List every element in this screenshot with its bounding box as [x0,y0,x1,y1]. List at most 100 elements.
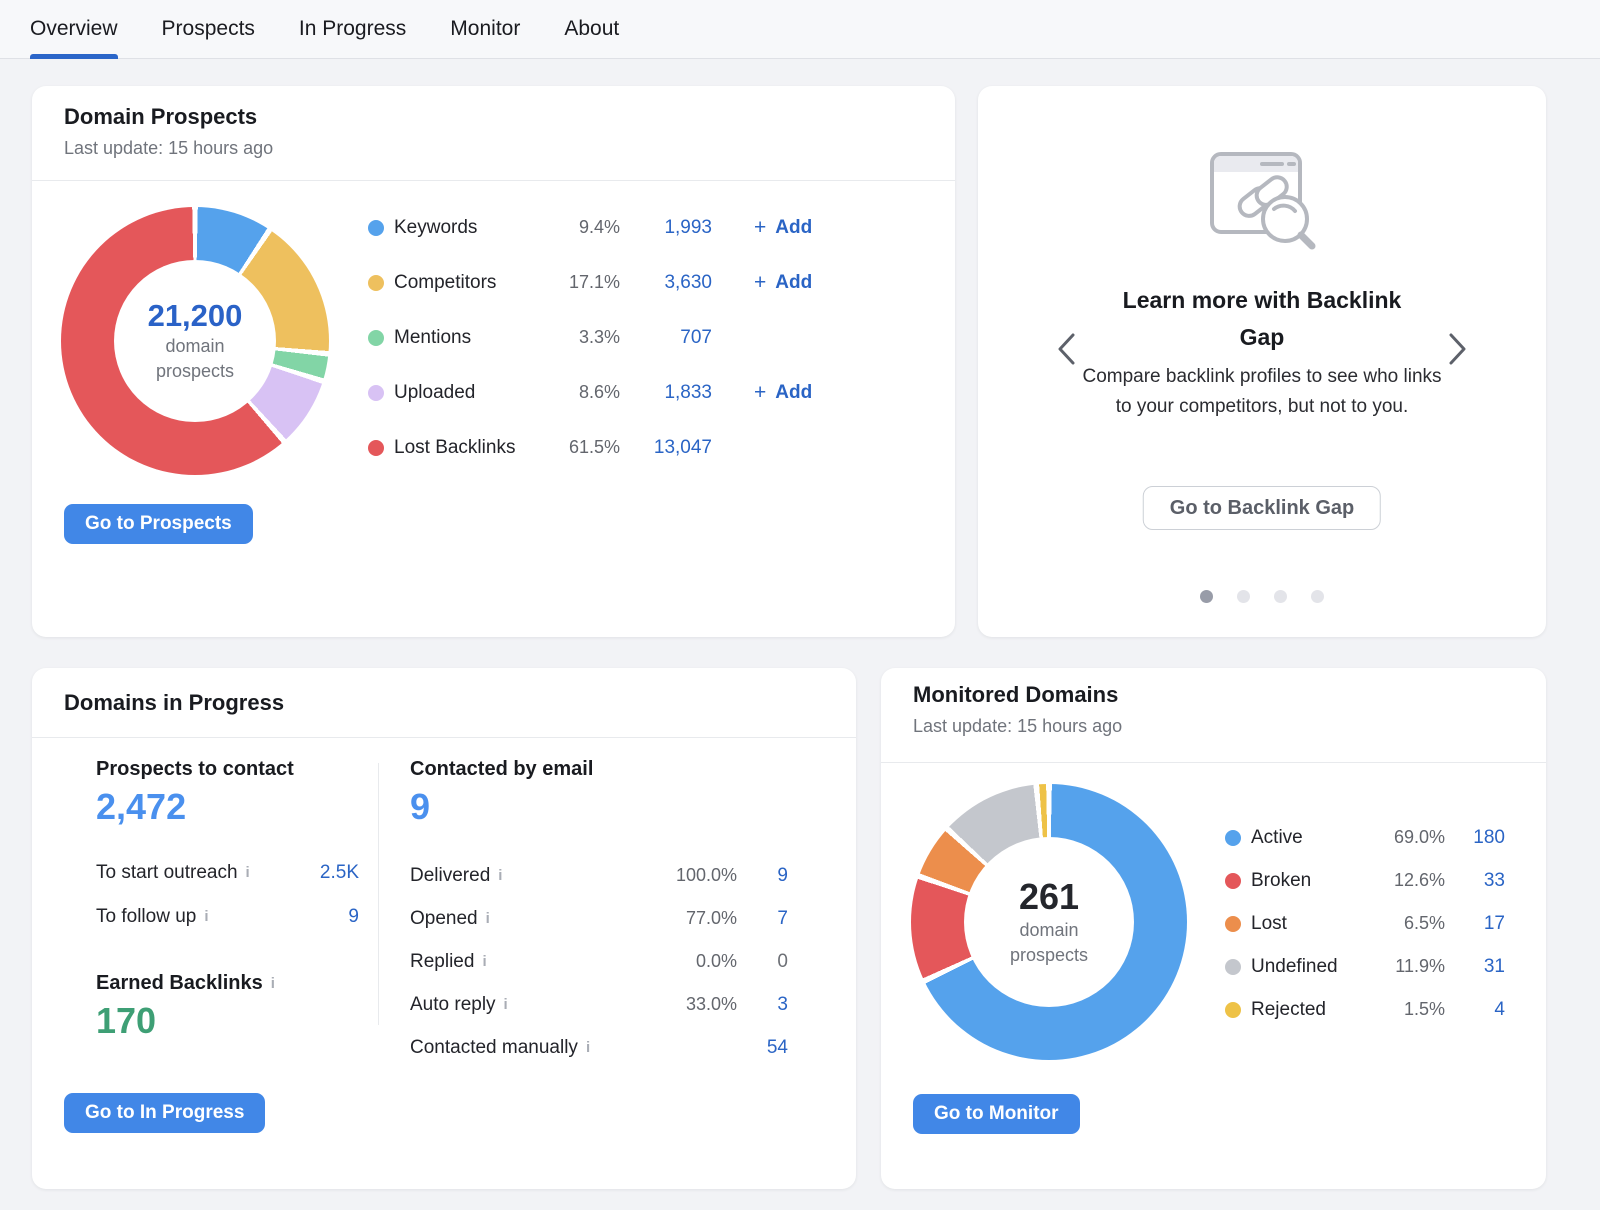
info-icon[interactable]: i [498,867,502,884]
carousel-dot-3[interactable] [1274,590,1287,603]
add-label: Add [775,382,812,404]
stat-label: To start outreachi [96,862,279,884]
add-uploaded-link[interactable]: + Add [754,381,812,405]
legend-label: Active [1251,827,1371,849]
tab-in-progress-label: In Progress [299,17,406,41]
legend-row-undefined: Undefined 11.9% 31 [1225,945,1505,988]
legend-percent: 1.5% [1371,999,1445,1020]
stat-value-link[interactable]: 7 [737,908,788,930]
prospects-to-contact-value[interactable]: 2,472 [96,786,186,828]
stat-label: Repliedi [410,951,647,973]
tab-monitor[interactable]: Monitor [450,0,520,59]
stat-label: Openedi [410,908,647,930]
legend-value-link[interactable]: 707 [620,327,712,349]
stat-row-opened: Openedi 77.0% 7 [410,897,788,940]
legend-value-link[interactable]: 1,993 [620,217,712,239]
info-icon[interactable]: i [486,910,490,927]
legend-value-link[interactable]: 13,047 [620,437,712,459]
stat-percent: 77.0% [647,908,737,929]
legend-label: Lost [1251,913,1371,935]
uploaded-color-dot [368,385,384,401]
legend-value-link[interactable]: 1,833 [620,382,712,404]
info-icon[interactable]: i [204,908,208,925]
earned-backlinks-value: 170 [96,1000,156,1042]
go-to-monitor-button[interactable]: Go to Monitor [913,1094,1080,1134]
legend-value-link[interactable]: 31 [1445,956,1505,978]
carousel-next-button[interactable] [1442,326,1474,377]
carousel-dot-1[interactable] [1200,590,1213,603]
stat-row-contacted-manually: Contacted manuallyi 54 [410,1026,788,1069]
go-to-prospects-button[interactable]: Go to Prospects [64,504,253,544]
stat-row-auto-reply: Auto replyi 33.0% 3 [410,983,788,1026]
last-update-text: Last update: 15 hours ago [913,716,1122,737]
divider [881,762,1546,763]
stat-row-replied: Repliedi 0.0% 0 [410,940,788,983]
legend-value-link[interactable]: 17 [1445,913,1505,935]
add-competitors-link[interactable]: +Add [754,271,812,295]
plus-icon: + [754,271,766,295]
chevron-left-icon [1056,332,1076,366]
plus-icon: + [754,381,766,405]
divider [32,180,955,181]
divider [32,737,856,738]
legend-label: Rejected [1251,999,1371,1021]
donut-center: 21,200 domain prospects [114,260,276,422]
legend-percent: 17.1% [560,272,620,293]
stat-row-to-follow-up: To follow upi 9 [96,895,359,939]
legend-label: Mentions [394,327,560,349]
info-icon[interactable]: i [246,864,250,881]
lost-color-dot [1225,916,1241,932]
legend-value-link[interactable]: 4 [1445,999,1505,1021]
info-icon[interactable]: i [504,996,508,1013]
info-icon[interactable]: i [482,953,486,970]
legend-row-active: Active 69.0% 180 [1225,816,1505,859]
go-to-backlink-gap-button[interactable]: Go to Backlink Gap [1143,486,1381,530]
promo-title: Learn more with Backlink Gap [1102,282,1422,356]
legend-row-rejected: Rejected 1.5% 4 [1225,988,1505,1031]
legend-percent: 6.5% [1371,913,1445,934]
stat-value-link[interactable]: 2.5K [279,862,359,884]
legend-label: Uploaded [394,382,560,404]
tab-prospects[interactable]: Prospects [162,0,255,59]
stat-value-link[interactable]: 9 [737,865,788,887]
stat-label: Auto replyi [410,994,647,1016]
card-title: Domain Prospects [64,104,257,130]
tab-in-progress[interactable]: In Progress [299,0,406,59]
undefined-color-dot [1225,959,1241,975]
card-title: Domains in Progress [64,690,284,716]
stat-value-link[interactable]: 9 [279,906,359,928]
stat-value-link[interactable]: 54 [737,1037,788,1059]
email-stat-rows: Deliveredi 100.0% 9 Openedi 77.0% 7 Repl… [410,854,788,1069]
legend-value-link[interactable]: 33 [1445,870,1505,892]
broken-color-dot [1225,873,1241,889]
legend-row-lost-backlinks: Lost Backlinks 61.5% 13,047 [368,420,812,475]
stat-value: 0 [737,951,788,973]
last-update-text: Last update: 15 hours ago [64,138,273,159]
tab-overview[interactable]: Overview [30,0,118,59]
donut-total-label: domain prospects [135,334,255,384]
add-keywords-link[interactable]: +Add [754,216,812,240]
mentions-color-dot [368,330,384,346]
backlink-gap-illustration-icon [1202,146,1322,266]
donut-center: 261 domain prospects [964,837,1134,1007]
info-icon[interactable]: i [586,1039,590,1056]
stat-value-link[interactable]: 3 [737,994,788,1016]
legend-row-competitors: Competitors 17.1% 3,630 +Add [368,255,812,310]
stat-label: Deliveredi [410,865,647,887]
carousel-prev-button[interactable] [1050,326,1082,377]
backlink-gap-promo-card: Learn more with Backlink Gap Compare bac… [978,86,1546,637]
carousel-dot-4[interactable] [1311,590,1324,603]
stat-percent: 33.0% [647,994,737,1015]
legend-value-link[interactable]: 180 [1445,827,1505,849]
stat-label: Contacted manuallyi [410,1037,647,1059]
carousel-dot-2[interactable] [1237,590,1250,603]
info-icon[interactable]: i [271,975,275,992]
prospects-to-contact-title: Prospects to contact [96,758,294,781]
stat-row-delivered: Deliveredi 100.0% 9 [410,854,788,897]
go-to-in-progress-button[interactable]: Go to In Progress [64,1093,265,1133]
legend-row-broken: Broken 12.6% 33 [1225,859,1505,902]
legend-value-link[interactable]: 3,630 [620,272,712,294]
contacted-by-email-value[interactable]: 9 [410,786,430,828]
tab-about[interactable]: About [564,0,619,59]
monitored-domains-donut-chart: 261 domain prospects [911,784,1187,1060]
